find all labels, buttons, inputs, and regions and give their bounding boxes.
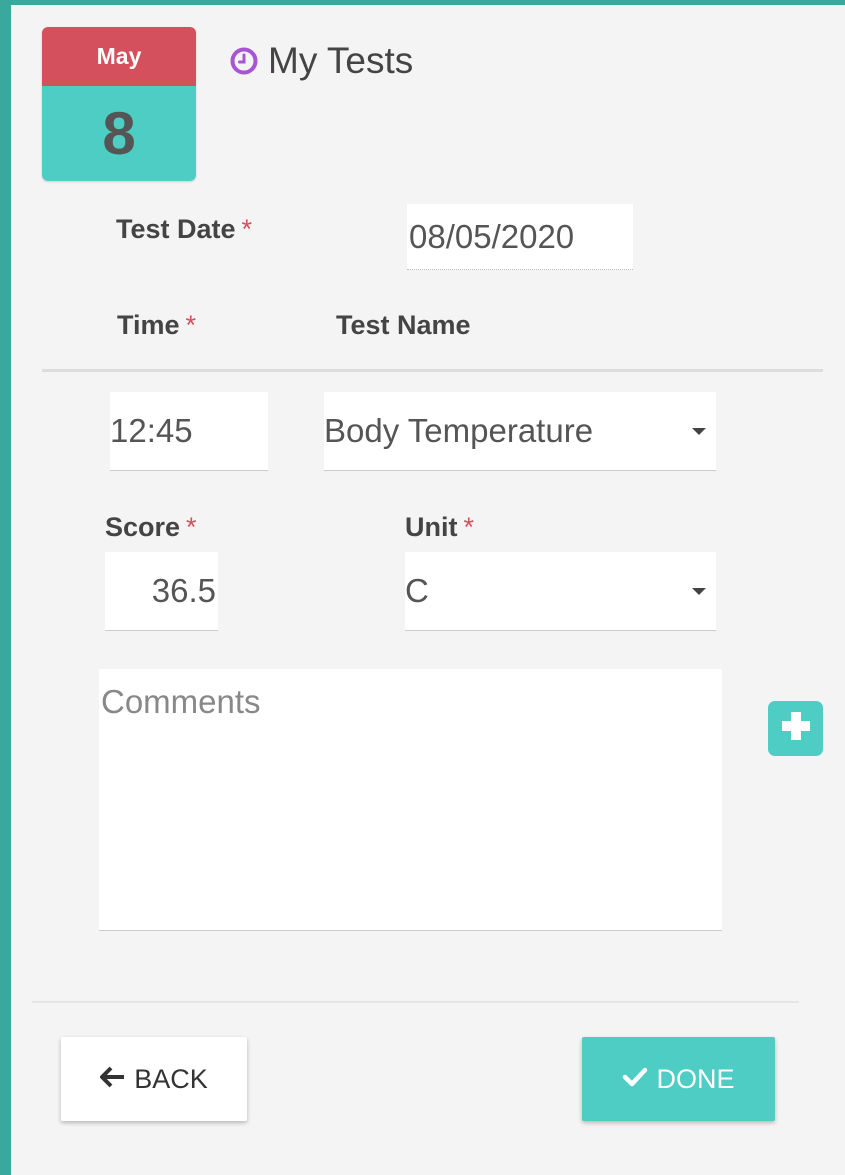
score-value: 36.5 bbox=[151, 572, 216, 609]
test-name-select[interactable]: Body Temperature bbox=[324, 392, 716, 471]
add-test-button[interactable] bbox=[768, 701, 823, 756]
test-name-value: Body Temperature bbox=[324, 412, 594, 449]
comments-textarea[interactable]: Comments bbox=[99, 669, 722, 931]
test-name-label: Test Name bbox=[336, 310, 471, 341]
page-title-wrap: My Tests bbox=[230, 40, 413, 82]
time-value: 12:45 bbox=[110, 412, 193, 449]
plus-icon bbox=[779, 709, 813, 748]
page-title: My Tests bbox=[268, 40, 414, 81]
time-label-text: Time bbox=[117, 310, 180, 340]
clock-icon bbox=[230, 47, 258, 75]
required-marker: * bbox=[241, 214, 253, 244]
back-button[interactable]: BACK bbox=[61, 1037, 247, 1121]
score-input[interactable]: 36.5 bbox=[105, 552, 218, 631]
checkmark-icon bbox=[622, 1064, 656, 1095]
unit-select[interactable]: C bbox=[405, 552, 716, 631]
top-accent-border bbox=[0, 0, 845, 5]
unit-label-text: Unit bbox=[405, 512, 458, 542]
test-date-input[interactable]: 08/05/2020 bbox=[407, 204, 633, 270]
calendar-badge: May 8 bbox=[42, 27, 196, 181]
score-label-text: Score bbox=[105, 512, 181, 542]
left-accent-border bbox=[0, 0, 11, 1175]
time-input[interactable]: 12:45 bbox=[110, 392, 268, 471]
test-date-label-text: Test Date bbox=[116, 214, 236, 244]
back-button-label: BACK bbox=[134, 1063, 208, 1094]
test-date-label: Test Date * bbox=[116, 214, 252, 245]
test-date-value: 08/05/2020 bbox=[409, 217, 575, 255]
calendar-month: May bbox=[42, 27, 196, 86]
arrow-left-icon bbox=[100, 1064, 134, 1095]
footer-divider bbox=[32, 1001, 799, 1003]
required-marker: * bbox=[463, 512, 474, 542]
unit-value: C bbox=[405, 572, 429, 609]
time-label: Time * bbox=[117, 310, 196, 341]
chevron-down-icon bbox=[692, 428, 706, 435]
calendar-day: 8 bbox=[42, 86, 196, 181]
comments-placeholder: Comments bbox=[101, 683, 261, 720]
required-marker: * bbox=[185, 310, 197, 340]
score-label: Score * bbox=[105, 512, 197, 543]
required-marker: * bbox=[186, 512, 197, 542]
unit-label: Unit * bbox=[405, 512, 474, 543]
test-name-label-text: Test Name bbox=[336, 310, 471, 340]
chevron-down-icon bbox=[692, 588, 706, 595]
header-divider bbox=[42, 369, 823, 372]
done-button[interactable]: DONE bbox=[582, 1037, 775, 1121]
done-button-label: DONE bbox=[656, 1063, 735, 1094]
